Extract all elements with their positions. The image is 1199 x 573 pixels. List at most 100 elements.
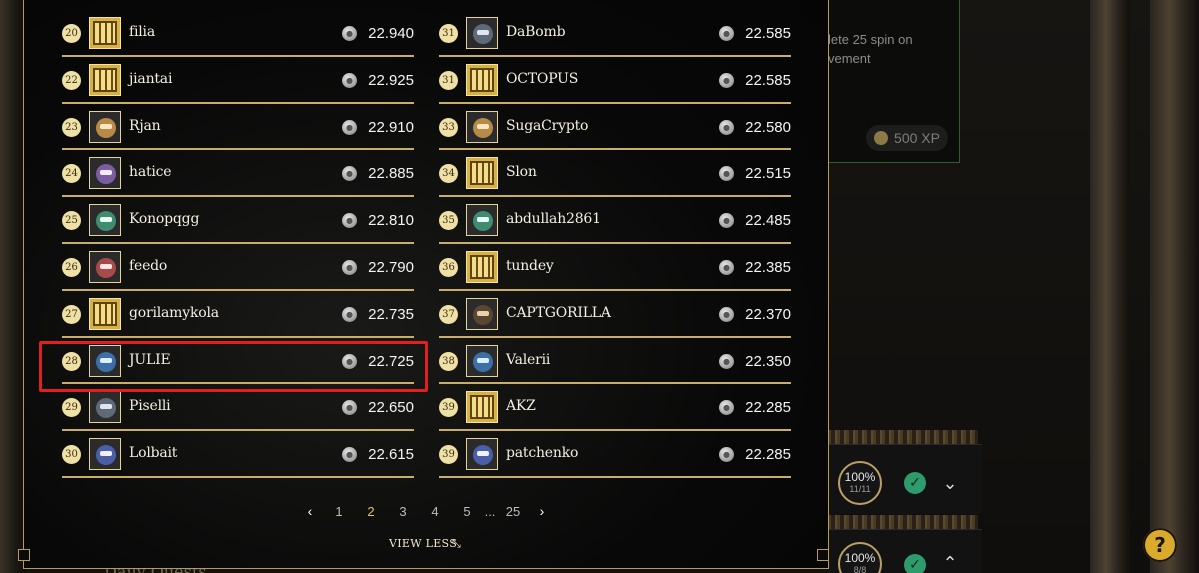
player-name: CAPTGORILLA: [506, 304, 611, 321]
leaderboard-row[interactable]: 39 AKZ ● 22.285: [439, 384, 791, 432]
leaderboard-row[interactable]: 33 SugaCrypto ● 22.580: [439, 104, 791, 151]
rank-badge: 26: [62, 257, 81, 277]
coin-icon: ●: [342, 213, 357, 229]
prev-page-button[interactable]: ‹: [297, 503, 323, 519]
rank-badge: 35: [439, 211, 458, 231]
coin-icon: ●: [342, 72, 357, 88]
xp-reward-badge: 500 XP: [866, 125, 948, 151]
leaderboard-row[interactable]: 34 Slon ● 22.515: [439, 150, 791, 198]
next-page-button[interactable]: ›: [529, 503, 555, 519]
leaderboard-row[interactable]: 37 CAPTGORILLA ● 22.370: [439, 291, 791, 338]
rank-badge: 33: [439, 117, 458, 137]
chevron-up-icon[interactable]: ⌃: [939, 552, 961, 573]
rank-badge: 27: [62, 304, 81, 324]
leaderboard-row[interactable]: 27 gorilamykola ● 22.735: [62, 291, 414, 338]
rank-badge: 24: [62, 164, 81, 184]
coin-icon: ●: [342, 119, 357, 135]
player-avatar: [89, 250, 121, 283]
leaderboard-row[interactable]: 20 filia ● 22.940: [62, 10, 414, 57]
progress-count: 8/8: [853, 565, 867, 573]
page-link-current[interactable]: 2: [355, 504, 387, 519]
player-name: jiantai: [129, 70, 173, 87]
player-avatar: [89, 391, 121, 424]
decorative-strip: [828, 430, 978, 444]
coin-icon: ●: [342, 400, 357, 416]
progress-percent: 100%: [844, 470, 876, 484]
page-link[interactable]: 4: [419, 504, 451, 519]
coin-icon: ●: [342, 259, 357, 275]
coin-icon: ●: [719, 166, 734, 182]
pagination: ‹ 1 2 3 4 5 ... 25 ›: [297, 501, 555, 521]
leaderboard-row[interactable]: 26 feedo ● 22.790: [62, 244, 414, 291]
background-pillar: [1150, 0, 1199, 573]
chevron-down-icon[interactable]: ⌄: [939, 472, 961, 494]
leaderboard-row[interactable]: 31 OCTOPUS ● 22.585: [439, 57, 791, 104]
rank-badge: 25: [62, 211, 81, 231]
coin-icon: ●: [719, 259, 734, 275]
bars-avatar-icon: [466, 157, 498, 190]
leaderboard-row[interactable]: 24 hatice ● 22.885: [62, 150, 414, 198]
collapse-icon[interactable]: ⤡: [452, 537, 461, 551]
player-avatar: [89, 438, 121, 471]
player-score: 22.515: [745, 165, 791, 183]
progress-ring: 100% 11/11: [838, 461, 882, 505]
rank-badge: 36: [439, 257, 458, 277]
decorative-strip: [828, 515, 978, 529]
rank-badge: 31: [439, 24, 458, 43]
coin-icon: ●: [719, 213, 734, 229]
coin-icon: ●: [342, 26, 357, 41]
view-less-button[interactable]: VIEW LESS: [389, 537, 457, 550]
player-score: 22.925: [368, 71, 414, 89]
player-name: patchenko: [506, 445, 579, 462]
player-score: 22.370: [745, 305, 791, 323]
progress-count: 11/11: [849, 484, 871, 494]
page-link[interactable]: 3: [387, 504, 419, 519]
bars-avatar-icon: [89, 297, 121, 330]
leaderboard-row[interactable]: 22 jiantai ● 22.925: [62, 57, 414, 104]
bars-avatar-icon: [466, 250, 498, 283]
leaderboard-row[interactable]: 25 Konopqgg ● 22.810: [62, 197, 414, 244]
player-score: 22.650: [368, 399, 414, 417]
player-name: tundey: [506, 257, 554, 274]
player-avatar: [466, 297, 498, 330]
check-icon: ✓: [904, 554, 926, 573]
player-name: Valerii: [506, 351, 551, 368]
leaderboard-row[interactable]: 35 abdullah2861 ● 22.485: [439, 197, 791, 244]
player-name: Piselli: [129, 398, 171, 415]
page-link[interactable]: 5: [451, 504, 483, 519]
bars-avatar-icon: [89, 63, 121, 96]
rank-badge: 37: [439, 304, 458, 324]
coin-icon: ●: [342, 166, 357, 182]
leaderboard-row[interactable]: 38 Valerii ● 22.350: [439, 338, 791, 385]
player-avatar: [89, 110, 121, 143]
leaderboard-row[interactable]: 23 Rjan ● 22.910: [62, 104, 414, 151]
player-score: 22.790: [368, 258, 414, 276]
player-score: 22.885: [368, 165, 414, 183]
player-avatar: [466, 204, 498, 237]
leaderboard-row[interactable]: 39 patchenko ● 22.285: [439, 431, 791, 478]
leaderboard-row[interactable]: 36 tundey ● 22.385: [439, 244, 791, 291]
player-score: 22.615: [368, 446, 414, 464]
player-score: 22.585: [745, 25, 791, 42]
help-button[interactable]: ?: [1143, 528, 1177, 562]
page-link[interactable]: 1: [323, 504, 355, 519]
player-score: 22.910: [368, 118, 414, 136]
background-pillar: [1090, 0, 1130, 573]
player-name: Rjan: [129, 117, 161, 134]
player-score: 22.810: [368, 212, 414, 230]
coin-icon: ●: [342, 447, 357, 463]
xp-coin-icon: [874, 131, 889, 145]
leaderboard-row[interactable]: 30 Lolbait ● 22.615: [62, 431, 414, 478]
pagination-ellipsis: ...: [484, 503, 496, 519]
xp-reward-label: 500 XP: [894, 130, 940, 146]
player-name: hatice: [129, 164, 172, 181]
bars-avatar-icon: [466, 63, 498, 96]
player-score: 22.285: [745, 446, 791, 464]
player-score: 22.385: [745, 258, 791, 276]
rank-badge: 23: [62, 117, 81, 137]
rank-badge: 38: [439, 351, 458, 371]
coin-icon: ●: [342, 306, 357, 322]
player-name: filia: [129, 24, 155, 40]
page-link-last[interactable]: 25: [497, 504, 529, 519]
leaderboard-row[interactable]: 31 DaBomb ● 22.585: [439, 10, 791, 57]
